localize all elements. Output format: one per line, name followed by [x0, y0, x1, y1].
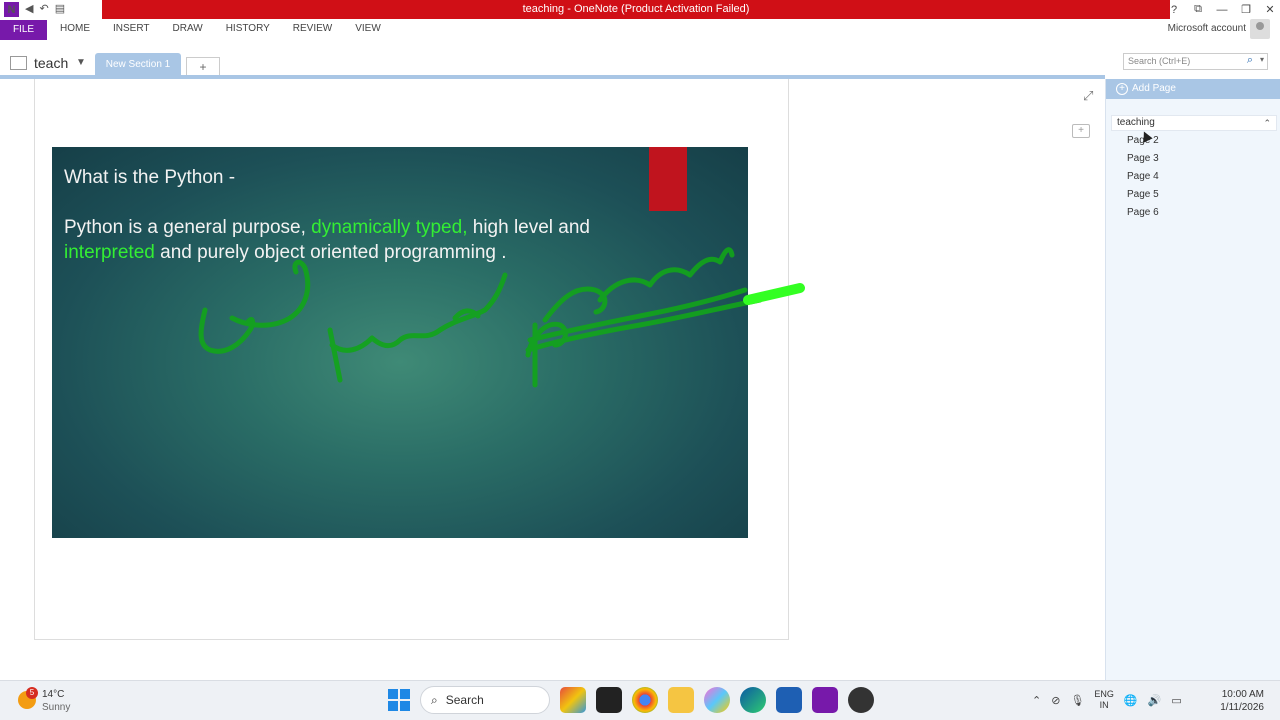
region-code: IN	[1099, 700, 1109, 710]
weather-text: 14°C Sunny	[42, 688, 70, 714]
ribbon-tab-list: HOME INSERT DRAW HISTORY REVIEW VIEW	[60, 23, 404, 34]
undo-icon[interactable]: ↶	[39, 1, 48, 18]
widgets-app-icon[interactable]	[560, 687, 586, 713]
ribbon-tabs: FILE HOME INSERT DRAW HISTORY REVIEW VIE…	[0, 19, 1280, 41]
record-app-icon[interactable]	[848, 687, 874, 713]
slide-text: high level and	[467, 217, 591, 238]
page-list: Page 2 Page 3 Page 4 Page 5 Page 6	[1127, 135, 1159, 225]
add-space-icon[interactable]: +	[1072, 124, 1090, 138]
clock[interactable]: 10:00 AM 1/11/2026	[1220, 688, 1264, 714]
slide-accent-bar	[649, 147, 687, 211]
pages-panel: + Add Page teaching ⌃ Page 2 Page 3 Page…	[1105, 79, 1280, 680]
sun-icon: 5	[18, 687, 38, 709]
highlighted-text: dynamically typed,	[311, 217, 468, 238]
tab-view[interactable]: VIEW	[355, 23, 381, 34]
chrome-icon[interactable]	[632, 687, 658, 713]
slide-heading: What is the Python -	[64, 167, 236, 188]
slide-image: What is the Python - Python is a general…	[52, 147, 748, 538]
tab-home[interactable]: HOME	[60, 23, 90, 34]
back-icon[interactable]: ◀	[25, 1, 33, 18]
terminal-app-icon[interactable]	[596, 687, 622, 713]
dock-icon[interactable]: ▤	[55, 1, 65, 18]
taskbar-apps: ⌕ Search	[388, 686, 874, 714]
taskbar: 5 14°C Sunny ⌕ Search ⌃ ⊘ 🎙 ENG IN 🌐 🔊 ▭	[0, 680, 1280, 720]
file-explorer-icon[interactable]	[668, 687, 694, 713]
onenote-logo-icon: N	[4, 2, 19, 17]
chevron-up-icon[interactable]: ⌃	[1032, 694, 1041, 707]
expand-icon[interactable]: ⤢	[1083, 88, 1093, 104]
store-icon[interactable]	[776, 687, 802, 713]
windows-start-icon[interactable]	[388, 689, 410, 711]
restore-button[interactable]: ❐	[1240, 3, 1252, 16]
title-bar: N ◀ ↶ ▤ teaching - OneNote (Product Acti…	[0, 0, 1280, 19]
taskbar-search[interactable]: ⌕ Search	[420, 686, 550, 714]
taskbar-search-label: Search	[445, 693, 484, 707]
window-controls: ? ⧉ — ❐ ✕	[1168, 0, 1276, 19]
language-code: ENG	[1094, 689, 1114, 699]
chevron-down-icon[interactable]: ▼	[76, 57, 86, 68]
notebook-icon	[10, 56, 27, 70]
search-placeholder: Search (Ctrl+E)	[1128, 56, 1191, 66]
slide-text: Python is a general purpose,	[64, 217, 312, 238]
title-banner: teaching - OneNote (Product Activation F…	[102, 0, 1170, 19]
search-icon: ⌕	[431, 692, 438, 707]
page-item-4[interactable]: Page 4	[1127, 171, 1159, 189]
weather-condition: Sunny	[42, 702, 71, 713]
microphone-icon[interactable]: 🎙	[1070, 694, 1084, 707]
file-tab[interactable]: FILE	[0, 20, 47, 40]
account-menu[interactable]: Microsoft account	[1168, 23, 1246, 34]
slide-text: and purely object oriented programming .	[154, 242, 507, 263]
window-title: teaching - OneNote (Product Activation F…	[522, 3, 750, 15]
add-section-button[interactable]: +	[186, 57, 220, 76]
globe-icon[interactable]: 🌐	[1124, 694, 1138, 707]
battery-icon[interactable]: ▭	[1171, 694, 1181, 707]
close-button[interactable]: ✕	[1264, 3, 1276, 16]
fullscreen-button[interactable]: ⧉	[1192, 3, 1204, 16]
add-page-button[interactable]: + Add Page	[1106, 79, 1280, 99]
date: 1/11/2026	[1220, 702, 1264, 713]
onenote-app-icon[interactable]	[812, 687, 838, 713]
network-off-icon[interactable]: ⊘	[1051, 694, 1060, 707]
chevron-down-icon[interactable]: ▾	[1260, 55, 1264, 64]
notification-badge: 5	[26, 687, 38, 699]
volume-icon[interactable]: 🔊	[1148, 694, 1162, 707]
slide-body: Python is a general purpose, dynamically…	[64, 215, 624, 265]
add-page-label: Add Page	[1132, 83, 1176, 94]
minimize-button[interactable]: —	[1216, 4, 1228, 16]
quick-access-toolbar: N ◀ ↶ ▤	[4, 1, 65, 18]
tab-review[interactable]: REVIEW	[293, 23, 332, 34]
system-tray: ⌃ ⊘ 🎙 ENG IN 🌐 🔊 ▭	[1032, 689, 1182, 711]
weather-widget[interactable]: 5 14°C Sunny	[18, 687, 70, 714]
page-item-6[interactable]: Page 6	[1127, 207, 1159, 225]
tab-draw[interactable]: DRAW	[173, 23, 203, 34]
copilot-icon[interactable]	[704, 687, 730, 713]
add-icon: +	[1116, 83, 1128, 95]
notebook-bar: teach ▼ New Section 1 + Search (Ctrl+E) …	[0, 50, 1280, 76]
language-indicator[interactable]: ENG IN	[1094, 689, 1114, 711]
help-button[interactable]: ?	[1168, 4, 1180, 16]
notebook-name[interactable]: teach	[34, 55, 68, 71]
page-title: teaching	[1117, 117, 1155, 128]
edge-icon[interactable]	[740, 687, 766, 713]
time: 10:00 AM	[1221, 689, 1264, 700]
page-item-3[interactable]: Page 3	[1127, 153, 1159, 171]
page-item-5[interactable]: Page 5	[1127, 189, 1159, 207]
highlighted-text: interpreted	[64, 242, 155, 263]
temperature: 14°C	[42, 689, 65, 700]
search-input[interactable]: Search (Ctrl+E) ⌕ ▾	[1123, 53, 1268, 70]
search-icon[interactable]: ⌕	[1247, 54, 1253, 67]
section-tab[interactable]: New Section 1	[95, 53, 181, 76]
avatar[interactable]	[1250, 19, 1270, 39]
chevron-up-icon[interactable]: ⌃	[1263, 116, 1271, 130]
tab-insert[interactable]: INSERT	[113, 23, 150, 34]
current-page-item[interactable]: teaching ⌃	[1111, 115, 1277, 131]
tab-history[interactable]: HISTORY	[226, 23, 270, 34]
